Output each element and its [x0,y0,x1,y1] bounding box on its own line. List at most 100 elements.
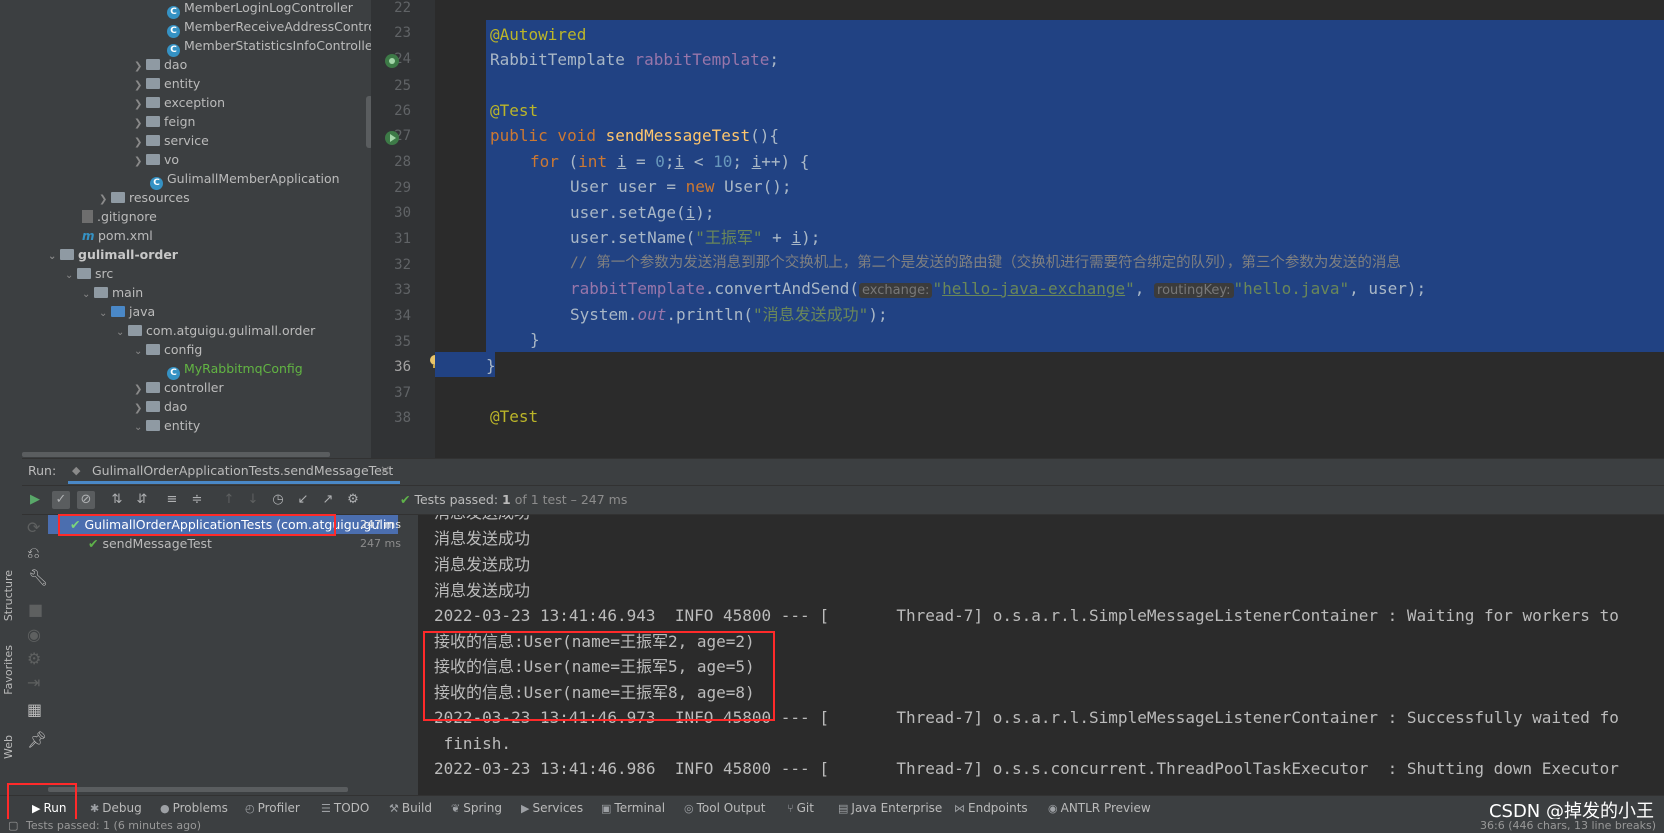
code-line: User user = new User(); [570,177,792,196]
run-tab[interactable]: GulimallOrderApplicationTests.sendMessag… [92,463,393,478]
check-icon: ✔ [400,492,411,507]
settings-icon[interactable]: ⚙ [27,649,41,668]
tree-item[interactable]: ❯ feign [134,112,195,132]
tree-item[interactable]: ⌄ src [65,264,113,284]
tree-item[interactable]: ❯ vo [134,150,179,170]
chevron-down-icon[interactable]: ⌄ [134,418,146,438]
endpoints-tool-tab[interactable]: ⋈ Endpoints [954,799,1028,817]
import-tests-icon[interactable]: ↙ [294,491,312,509]
console-line: 2022-03-23 13:41:46.943 INFO 45800 --- [… [434,606,1619,625]
problems-tool-tab[interactable]: ● Problems [160,799,228,817]
bean-navigation-icon[interactable] [384,52,402,70]
stop-icon[interactable]: ■ [28,600,43,619]
services-tool-tab[interactable]: ▶ Services [521,799,583,817]
tree-item[interactable]: .gitignore [82,207,157,227]
tree-item[interactable]: ❯ service [134,131,209,151]
line-number: 33 [394,282,411,298]
sort-alpha-icon[interactable]: ⇅ [108,491,126,509]
run-label: Run: [28,463,57,478]
settings-gear-icon[interactable]: ⚙ [344,491,362,509]
chevron-down-icon[interactable]: ⌄ [48,247,60,267]
highlight-box [58,514,336,536]
tree-item[interactable]: C MemberReceiveAddressContro [167,17,371,38]
git-tool-tab[interactable]: ⑂ Git [787,799,814,817]
chevron-down-icon[interactable]: ⌄ [134,342,146,362]
spring-tool-tab[interactable]: ❦ Spring [451,799,502,817]
tree-item[interactable]: ❯ dao [134,397,187,417]
run-test-icon[interactable] [384,129,402,147]
line-number: 34 [394,308,411,324]
wrench-icon[interactable]: 🔧︎ [28,568,48,587]
tree-item[interactable]: ⌄ com.atguigu.gulimall.order [116,321,315,341]
export-tests-icon[interactable]: ↗ [319,491,337,509]
tree-item[interactable]: m pom.xml [82,226,153,246]
code-line: @Autowired [490,25,587,44]
tree-item[interactable]: ❯ exception [134,93,225,113]
line-number: 23 [394,25,411,41]
project-tree: C MemberLoginLogController C MemberReceive… [22,0,371,458]
chevron-right-icon[interactable]: ❯ [134,152,146,172]
tree-item[interactable]: ⌄ config [134,340,202,360]
line-number: 22 [394,0,411,16]
chevron-down-icon[interactable]: ⌄ [99,304,111,324]
history-icon[interactable]: ◷ [269,491,287,509]
tree-item[interactable]: ❯ resources [99,188,190,208]
tree-item[interactable]: ⌄ entity [134,416,200,436]
todo-tool-tab[interactable]: ☰ TODO [321,799,369,817]
prev-failed-icon[interactable]: ↑ [220,491,238,509]
antlr-preview-tool-tab[interactable]: ◉ ANTLR Preview [1048,799,1151,817]
terminal-tool-tab[interactable]: ▣ Terminal [601,799,665,817]
java-enterprise-tool-tab[interactable]: ▤ Java Enterprise [838,799,942,817]
build-tool-tab[interactable]: ⚒ Build [389,799,432,817]
profiler-tool-tab[interactable]: ◴ Profiler [245,799,300,817]
folder-icon [77,268,91,279]
chevron-down-icon[interactable]: ⌄ [82,285,94,305]
code-line: } [530,330,540,349]
line-number: 37 [394,385,411,401]
show-passed-icon[interactable]: ✓ [52,491,70,509]
close-icon[interactable]: × [380,462,390,477]
tree-item[interactable]: C MemberStatisticsInfoController [167,36,371,57]
tree-item[interactable]: C MemberLoginLogController [167,0,353,19]
structure-tool-button[interactable]: Structure [2,570,15,621]
console-line: finish. [434,734,512,753]
tree-item[interactable]: ⌄ java [99,302,155,322]
console-output[interactable]: 消息发送成功 消息发送成功 消息发送成功 消息发送成功 2022-03-23 1… [418,515,1664,795]
show-ignored-icon[interactable]: ⊘ [77,491,95,509]
tool-output-tab[interactable]: ◎ Tool Output [684,799,765,817]
debug-icon[interactable]: ⟳ [27,518,40,537]
caret-position[interactable]: 36:6 (446 chars, 13 line breaks) [1480,819,1656,833]
expand-all-icon[interactable]: ≡ [163,491,181,509]
tree-item[interactable]: ❯ dao [134,55,187,75]
exit-icon[interactable]: ⇥ [27,673,40,692]
console-line: 2022-03-23 13:41:46.986 INFO 45800 --- [… [434,759,1619,778]
tree-item[interactable]: ⌄ main [82,283,143,303]
layout-icon[interactable]: ▦ [27,700,42,719]
status-icon[interactable]: ▢ [8,819,18,833]
restore-layout-icon[interactable]: ⎌ [27,543,40,563]
camera-icon[interactable]: ◉ [27,625,41,644]
package-icon [128,325,142,336]
test-method-row[interactable]: ✔ sendMessageTest [88,536,212,551]
favorites-tool-button[interactable]: Favorites [2,645,15,695]
tree-horizontal-scrollbar[interactable] [48,787,348,792]
debug-tool-tab[interactable]: ✱ Debug [90,799,142,817]
tree-item[interactable]: ❯ entity [134,74,200,94]
next-failed-icon[interactable]: ↓ [244,491,262,509]
tree-item[interactable]: ❯ controller [134,378,224,398]
tree-horizontal-scrollbar[interactable] [22,452,330,457]
tree-item[interactable]: C GulimallMemberApplication [150,169,340,190]
bottom-tool-bar: ▶ Run ✱ Debug ● Problems ◴ Profiler ☰ TODO ⚒ B… [0,783,1664,825]
tree-item[interactable]: C MyRabbitmqConfig [167,359,303,380]
collapse-all-icon[interactable]: ≑ [188,491,206,509]
code-line: @Test [490,407,539,426]
rerun-icon[interactable]: ▶ [26,491,44,509]
web-tool-button[interactable]: Web [2,735,15,759]
chevron-down-icon[interactable]: ⌄ [65,266,77,286]
status-message[interactable]: Tests passed: 1 (6 minutes ago) [26,819,201,833]
tree-item[interactable]: ⌄ gulimall-order [48,245,178,265]
pin-icon[interactable]: 📌︎ [27,730,47,749]
sort-duration-icon[interactable]: ⇵ [133,491,151,509]
chevron-down-icon[interactable]: ⌄ [116,323,128,343]
line-number: 32 [394,257,411,273]
